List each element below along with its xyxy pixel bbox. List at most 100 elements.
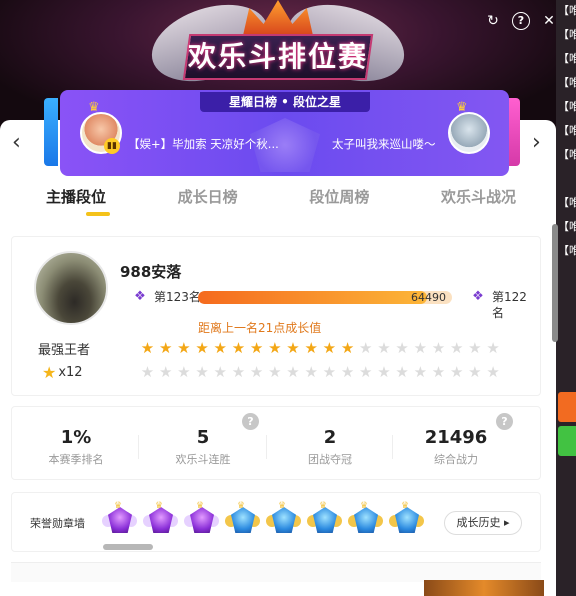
star-icon: ★ (140, 339, 155, 357)
star-icon: ★ (359, 339, 373, 357)
tab-anchor-rank[interactable]: 主播段位 (46, 186, 106, 207)
bg-text-8: 【唯 (558, 196, 576, 209)
star-multiplier: x12 (58, 365, 83, 380)
carousel-left-arrow-icon[interactable]: ‹ (12, 132, 21, 154)
current-rank: 第123名 (154, 290, 201, 304)
close-icon[interactable]: ✕ (540, 12, 558, 30)
star-icon: ★ (195, 363, 209, 381)
medal-purple-icon[interactable]: ♛ (184, 501, 219, 539)
medal-blue-icon[interactable]: ♛ (266, 501, 301, 539)
star-icon: ★ (395, 339, 409, 357)
star-icon: ★ (213, 339, 227, 357)
stat-label: 综合战力 (434, 453, 478, 466)
honor-medal-wall: 荣誉勋章墙 ♛ ♛ ♛ ♛ ♛ ♛ ♛ ♛ 成长历史 ▸ (11, 492, 541, 552)
growth-value: 64490 (411, 291, 446, 304)
star-icon: ★ (486, 339, 500, 357)
medal-purple-icon[interactable]: ♛ (102, 501, 137, 539)
star-icon: ★ (340, 363, 355, 381)
star-icon: ★ (249, 363, 264, 381)
help-icon[interactable]: ? (512, 12, 530, 30)
star-icon: ★ (231, 339, 246, 357)
bg-text-4: 【唯 (558, 76, 576, 89)
star-icon: ★ (304, 339, 318, 357)
star-icon: ★ (195, 339, 209, 357)
growth-progress-fill (198, 291, 427, 304)
bg-text-2: 【唯 (558, 28, 576, 41)
anchor-avatar[interactable] (34, 251, 108, 325)
bg-text-3: 【唯 (558, 52, 576, 65)
banner-title: 欢乐斗排位赛 (182, 34, 374, 80)
bottom-banner-ad[interactable] (424, 580, 544, 596)
stat-value: 2 (323, 427, 337, 448)
honor-label: 荣誉勋章墙 (30, 517, 85, 530)
mic-icon: ▮▮ (104, 138, 120, 154)
medal-blue-icon[interactable]: ♛ (307, 501, 342, 539)
rank-stars-row-1: ★ ★ ★ ★ ★ ★ ★ ★ ★ ★ ★ ★ ★ ★ ★ ★ ★ ★ ★ ★ (140, 341, 540, 356)
medal-list: ♛ ♛ ♛ ♛ ♛ ♛ ♛ ♛ (102, 501, 424, 539)
bg-orange-tab (558, 392, 576, 422)
bg-text-10: 【唯 (558, 244, 576, 257)
carousel-name-left[interactable]: 【娱+】毕加索 天凉好个秋... (128, 136, 279, 152)
stat-value: 21496 (424, 427, 488, 448)
next-section (11, 562, 541, 582)
tab-growth-daily[interactable]: 成长日榜 (178, 186, 238, 207)
medal-blue-icon[interactable]: ♛ (225, 501, 260, 539)
refresh-icon[interactable]: ↻ (484, 12, 502, 30)
help-icon[interactable]: ? (242, 413, 259, 430)
growth-progress-bar: 64490 (198, 291, 452, 304)
star-icon: ★ (413, 339, 428, 357)
star-icon: ★ (304, 363, 318, 381)
horizontal-scrollbar[interactable] (103, 544, 153, 550)
star-icon: ★ (268, 339, 282, 357)
rank-medal-icon: ❖ (472, 289, 484, 304)
star-icon: ★ (231, 363, 246, 381)
anchor-nickname: 988安落 (120, 263, 182, 281)
next-rank: 第122名 (492, 290, 527, 320)
tab-battle-status[interactable]: 欢乐斗战况 (441, 186, 516, 207)
stat-label: 团战夺冠 (308, 453, 352, 466)
stat-win-streak: 5 欢乐斗连胜 (139, 427, 267, 467)
background-page-strip: 【唯 【唯 【唯 【唯 【唯 【唯 【唯 【唯 【唯 【唯 (556, 0, 576, 596)
bg-text-9: 【唯 (558, 220, 576, 233)
chevron-right-icon: ▸ (503, 516, 510, 529)
star-icon: ★ (468, 363, 482, 381)
rank-medal-icon: ❖ (134, 289, 146, 304)
tab-rank-weekly[interactable]: 段位周榜 (309, 186, 369, 207)
window-controls: ↻ ? ✕ (484, 12, 558, 30)
growth-history-button[interactable]: 成长历史 ▸ (444, 511, 522, 535)
star-icon: ★ (286, 339, 300, 357)
star-icon: ★ (177, 339, 191, 357)
star-icon: ★ (486, 363, 500, 381)
carousel-title: 星耀日榜 • 段位之星 (200, 92, 370, 112)
medal-blue-icon[interactable]: ♛ (348, 501, 383, 539)
carousel-right-arrow-icon[interactable]: › (532, 132, 541, 154)
star-icon: ★ (395, 363, 409, 381)
bg-text-7: 【唯 (558, 148, 576, 161)
stat-season-rank: 1% 本赛季排名 (12, 427, 140, 467)
star-icon: ★ (359, 363, 373, 381)
star-count: ★ x12 (42, 363, 83, 382)
star-icon: ★ (249, 339, 264, 357)
stat-label: 欢乐斗连胜 (175, 453, 231, 466)
star-icon: ★ (468, 339, 482, 357)
help-icon[interactable]: ? (496, 413, 513, 430)
carousel-avatar-right[interactable] (448, 112, 490, 154)
bg-text-1: 【唯 (558, 4, 576, 17)
star-icon: ★ (158, 363, 173, 381)
star-icon: ★ (42, 363, 57, 382)
stats-card: 1% 本赛季排名 5 欢乐斗连胜 ? 2 团战夺冠 21496 综合战力 ? (11, 406, 541, 480)
profile-card: 最强王者 ★ x12 988安落 ❖ 第123名 64490 ❖ 第122名 距… (11, 236, 541, 396)
medal-purple-icon[interactable]: ♛ (143, 501, 178, 539)
star-icon: ★ (431, 339, 446, 357)
medal-blue-icon[interactable]: ♛ (389, 501, 424, 539)
carousel-name-right[interactable]: 太子叫我来巡山喽～ (332, 136, 436, 152)
active-tab-indicator (86, 212, 110, 216)
rank-progress-row: ❖ 第123名 64490 ❖ 第122名 (120, 289, 532, 320)
star-icon: ★ (449, 363, 464, 381)
star-of-rank-carousel[interactable]: 星耀日榜 • 段位之星 ♛ ▮▮ 【娱+】毕加索 天凉好个秋... 太子叫我来巡… (60, 90, 509, 176)
star-icon: ★ (177, 363, 191, 381)
star-icon: ★ (431, 363, 446, 381)
stat-team-champion: 2 团战夺冠 (266, 427, 394, 467)
carousel-prev-card[interactable] (44, 98, 58, 166)
vertical-scrollbar[interactable] (552, 224, 558, 342)
